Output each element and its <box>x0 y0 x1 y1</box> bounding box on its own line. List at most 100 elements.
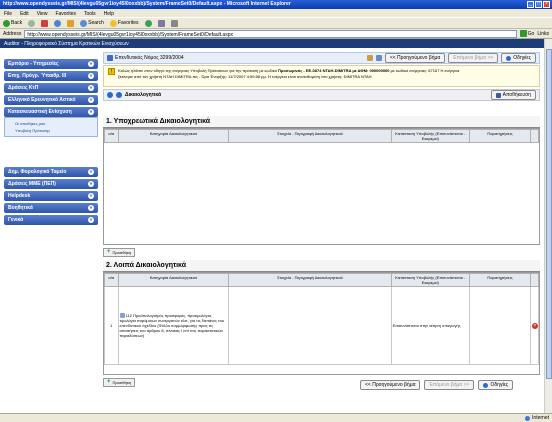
zone-label: Internet <box>532 415 549 421</box>
help-icon <box>483 382 489 388</box>
proposal-owner: ΝΤΑΗ-DIMITRA με ΑΦΜ: 000000000 <box>322 68 390 73</box>
section-toolbar: Δικαιολογητικά Αποθήκευση <box>103 89 540 101</box>
print-icon[interactable] <box>375 55 382 61</box>
chevron-down-icon: » <box>88 169 94 175</box>
menu-help[interactable]: Help <box>104 11 114 17</box>
document-icon <box>107 55 113 61</box>
sidebar-item-label: Δημ. Φορολογικό Ταμείο <box>8 169 67 175</box>
column-header: Κατάσταση Υποβολής (Επισυνάπτεται - Εκκρ… <box>390 273 471 287</box>
add-mandatory-button[interactable]: + Προσθήκη <box>103 248 136 257</box>
back-button[interactable]: Back <box>3 19 22 27</box>
prev-step-button-bottom[interactable]: << Προηγούμενο βήμα <box>360 380 421 390</box>
forward-icon <box>28 19 36 27</box>
sidebar-item-research[interactable]: Ελληνικό Ερευνητικό Αστικό » <box>4 95 98 105</box>
description-cell[interactable] <box>228 286 392 365</box>
forward-button[interactable] <box>28 19 36 27</box>
notes-cell[interactable] <box>469 286 531 365</box>
menu-view[interactable]: View <box>37 11 48 17</box>
links-menu[interactable]: Links <box>537 31 549 37</box>
prev-step-button[interactable]: << Προηγούμενο βήμα <box>384 53 446 63</box>
menu-edit[interactable]: Edit <box>20 11 29 17</box>
history-button[interactable] <box>144 19 152 27</box>
sidebar-item-label: Ελληνικό Ερευνητικό Αστικό <box>8 97 76 103</box>
chevron-down-icon: » <box>88 181 94 187</box>
column-header: Στοιχεία - Περιγραφή Δικαιολογητικού <box>228 129 392 143</box>
sidebar-subitem-storage[interactable]: Οι αποθήκες μου <box>9 120 93 127</box>
go-arrow-icon <box>519 30 527 37</box>
sidebar-subitem-submit[interactable]: Υποβολή Πρότασης <box>9 127 93 134</box>
info-line1: Καλώς ήλθατε στον οδηγό της ενέργειας Υπ… <box>118 68 277 73</box>
section-other: 2. Λοιπά Δικαιολογητικά α/α Κατηγορία Δι… <box>103 260 540 387</box>
save-icon <box>495 92 501 98</box>
zone-indicator: Internet <box>525 415 549 421</box>
edit-icon[interactable] <box>366 55 373 61</box>
home-button[interactable] <box>67 19 75 27</box>
search-button[interactable]: Search <box>80 19 104 27</box>
column-header: Κατηγορία Δικαιολογητικού <box>117 273 230 287</box>
menu-tools[interactable]: Tools <box>84 11 96 17</box>
menu-favorites[interactable]: Favorites <box>55 11 76 17</box>
refresh-icon <box>54 19 62 27</box>
sidebar-item-rural[interactable]: Επιχ. Πρόγρ. Ύπαιθρ. ΙΙΙ » <box>4 71 98 81</box>
wizard-controls-top: << Προηγούμενο βήμα Επόμενο βήμα >> Οδηγ… <box>366 53 536 63</box>
sidebar-item-mme[interactable]: Δράσεις ΜΜΕ (ΠΕΠ) » <box>4 179 98 189</box>
scrollbar-thumb[interactable] <box>546 49 552 379</box>
history-icon <box>144 19 152 27</box>
table-header: α/α Κατηγορία Δικαιολογητικού Στοιχεία -… <box>104 273 540 287</box>
wizard-controls-bottom: << Προηγούμενο βήμα Επόμενο βήμα >> Οδηγ… <box>360 380 514 390</box>
minimize-button[interactable]: _ <box>527 1 534 8</box>
close-button[interactable]: × <box>543 1 550 8</box>
sidebar-item-construction[interactable]: Κατασκευαστική Ενίσχυση « <box>4 107 98 117</box>
refresh-button[interactable] <box>54 19 62 27</box>
guide-button[interactable]: Οδηγίες <box>501 53 536 63</box>
plus-icon: + <box>107 379 111 385</box>
delete-icon[interactable]: × <box>531 322 538 329</box>
column-header: Κατάσταση Υποβολής (Επισυνάπτεται - Εκκρ… <box>390 129 471 143</box>
sidebar-item-label: Δράσεις ΜΜΕ (ΠΕΠ) <box>8 181 56 187</box>
sidebar-item-label: Επιχ. Πρόγρ. Ύπαιθρ. ΙΙΙ <box>8 73 67 79</box>
stop-button[interactable] <box>41 19 49 27</box>
mail-button[interactable] <box>157 19 165 27</box>
column-header: Παρατηρήσεις <box>469 273 531 287</box>
sidebar-item-label: Βοηθητικά <box>8 205 33 211</box>
column-header: Στοιχεία - Περιγραφή Δικαιολογητικού <box>228 273 392 287</box>
sidebar-item-commerce[interactable]: Εμπόριο - Υπηρεσίες » <box>4 59 98 69</box>
info-banner: ! Καλώς ήλθατε στον οδηγό της ενέργειας … <box>103 65 540 87</box>
menu-file[interactable]: File <box>4 11 12 17</box>
sidebar-item-label: Γενικά <box>8 217 24 223</box>
sidebar-submenu: Οι αποθήκες μου Υποβολή Πρότασης <box>4 117 98 137</box>
table-row[interactable]: 1 112 Προϋπολογισμός προσφορές, προτιμολ… <box>104 286 540 365</box>
sidebar-item-helpdesk[interactable]: Helpdesk » <box>4 191 98 201</box>
window-controls: _ □ × <box>527 1 550 8</box>
maximize-button[interactable]: □ <box>535 1 542 8</box>
other-grid: α/α Κατηγορία Δικαιολογητικού Στοιχεία -… <box>103 272 540 375</box>
sidebar-item-general[interactable]: Γενικά » <box>4 215 98 225</box>
sidebar-item-auxiliary[interactable]: Βοηθητικά » <box>4 203 98 213</box>
address-input[interactable]: http://www.opendysseis.gr/MIS/(4levgu05g… <box>24 29 517 38</box>
save-button[interactable]: Αποθήκευση <box>490 90 536 100</box>
favorites-button[interactable]: Favorites <box>109 19 139 27</box>
column-header: Κατηγορία Δικαιολογητικού <box>117 129 230 143</box>
status-cell[interactable]: Επισυνάπτεται στην αίτηση υπαγωγής <box>390 286 471 365</box>
section-mandatory: 1. Υποχρεωτικά Δικαιολογητικά α/α Κατηγο… <box>103 116 540 257</box>
print-button[interactable] <box>170 19 178 27</box>
mandatory-table: α/α Κατηγορία Δικαιολογητικού Στοιχεία -… <box>104 129 540 143</box>
info-circle-icon <box>116 92 122 98</box>
next-step-button-bottom[interactable]: Επόμενο βήμα >> <box>424 380 475 390</box>
help-icon <box>506 55 512 61</box>
sidebar: Εμπόριο - Υπηρεσίες » Επιχ. Πρόγρ. Ύπαιθρ… <box>4 59 98 227</box>
go-button[interactable]: Go <box>519 30 534 37</box>
column-header: Παρατηρήσεις <box>469 129 531 143</box>
sidebar-item-label: Εμπόριο - Υπηρεσίες <box>8 61 59 67</box>
sidebar-item-label: Helpdesk <box>8 193 31 199</box>
add-other-button[interactable]: + Προσθήκη <box>103 378 136 387</box>
sidebar-item-ktp[interactable]: Δράσεις ΚτΠ » <box>4 83 98 93</box>
chevron-down-icon: » <box>88 73 94 79</box>
app-header: Auditor - Πληροφοριακό Σύστημα Κρατικών … <box>0 39 544 48</box>
sidebar-item-tax[interactable]: Δημ. Φορολογικό Ταμείο » <box>4 167 98 177</box>
next-step-button[interactable]: Επόμενο βήμα >> <box>448 53 499 63</box>
back-circle-icon[interactable] <box>107 92 113 98</box>
guide-label: Οδηγίες <box>513 55 531 61</box>
guide-button-bottom[interactable]: Οδηγίες <box>478 380 514 390</box>
vertical-scrollbar[interactable] <box>544 39 552 413</box>
